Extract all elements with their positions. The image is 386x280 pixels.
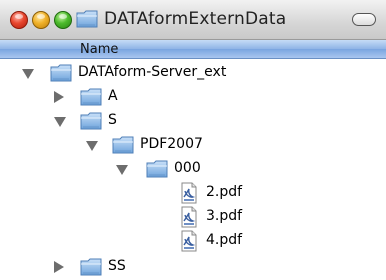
folder-label: 000 bbox=[174, 160, 201, 176]
disclosure-triangle-collapsed-icon[interactable] bbox=[54, 261, 64, 273]
disclosure-triangle-collapsed-icon[interactable] bbox=[54, 91, 64, 103]
minimize-button[interactable] bbox=[32, 11, 50, 29]
folder-icon bbox=[112, 135, 134, 155]
disclosure-triangle-expanded-icon[interactable] bbox=[54, 117, 66, 127]
tree-row-root[interactable]: DATAform-Server_ext bbox=[0, 61, 386, 85]
disclosure-triangle-expanded-icon[interactable] bbox=[22, 69, 34, 79]
folder-icon bbox=[80, 87, 102, 107]
window-title: DATAformExternData bbox=[104, 9, 287, 29]
folder-label: A bbox=[108, 88, 118, 104]
zoom-button[interactable] bbox=[54, 11, 72, 29]
folder-label: SS bbox=[108, 258, 126, 274]
folder-label: S bbox=[108, 112, 117, 128]
finder-window: DATAformExternData Name DATAform-Server_… bbox=[0, 0, 386, 280]
tree-row-file-3[interactable]: 3.pdf bbox=[0, 205, 386, 229]
disclosure-triangle-expanded-icon[interactable] bbox=[116, 165, 128, 175]
name-column-header[interactable]: Name bbox=[0, 40, 386, 59]
column-label-name: Name bbox=[80, 42, 119, 57]
tree-row-file-2[interactable]: 2.pdf bbox=[0, 181, 386, 205]
file-label: 2.pdf bbox=[206, 184, 243, 200]
folder-icon bbox=[80, 111, 102, 131]
close-button[interactable] bbox=[10, 11, 28, 29]
tree-row-s[interactable]: S bbox=[0, 109, 386, 133]
pdf-file-icon bbox=[180, 206, 198, 228]
tree-row-ss[interactable]: SS bbox=[0, 255, 386, 279]
file-label: 3.pdf bbox=[206, 208, 243, 224]
folder-icon bbox=[80, 257, 102, 277]
disclosure-triangle-expanded-icon[interactable] bbox=[86, 141, 98, 151]
file-label: 4.pdf bbox=[206, 232, 243, 248]
folder-label: PDF2007 bbox=[140, 136, 203, 152]
tree-row-a[interactable]: A bbox=[0, 85, 386, 109]
folder-icon bbox=[50, 63, 72, 83]
file-tree: DATAform-Server_ext A S PDF2007 000 2.pd… bbox=[0, 59, 386, 280]
folder-label: DATAform-Server_ext bbox=[78, 64, 227, 80]
tree-row-file-4[interactable]: 4.pdf bbox=[0, 229, 386, 253]
pdf-file-icon bbox=[180, 182, 198, 204]
tree-row-000[interactable]: 000 bbox=[0, 157, 386, 181]
title-bar[interactable]: DATAformExternData bbox=[0, 0, 386, 40]
tree-row-pdf2007[interactable]: PDF2007 bbox=[0, 133, 386, 157]
folder-icon bbox=[146, 159, 168, 179]
pdf-file-icon bbox=[180, 230, 198, 252]
folder-icon[interactable] bbox=[76, 9, 98, 29]
toolbar-toggle-button[interactable] bbox=[352, 13, 376, 26]
